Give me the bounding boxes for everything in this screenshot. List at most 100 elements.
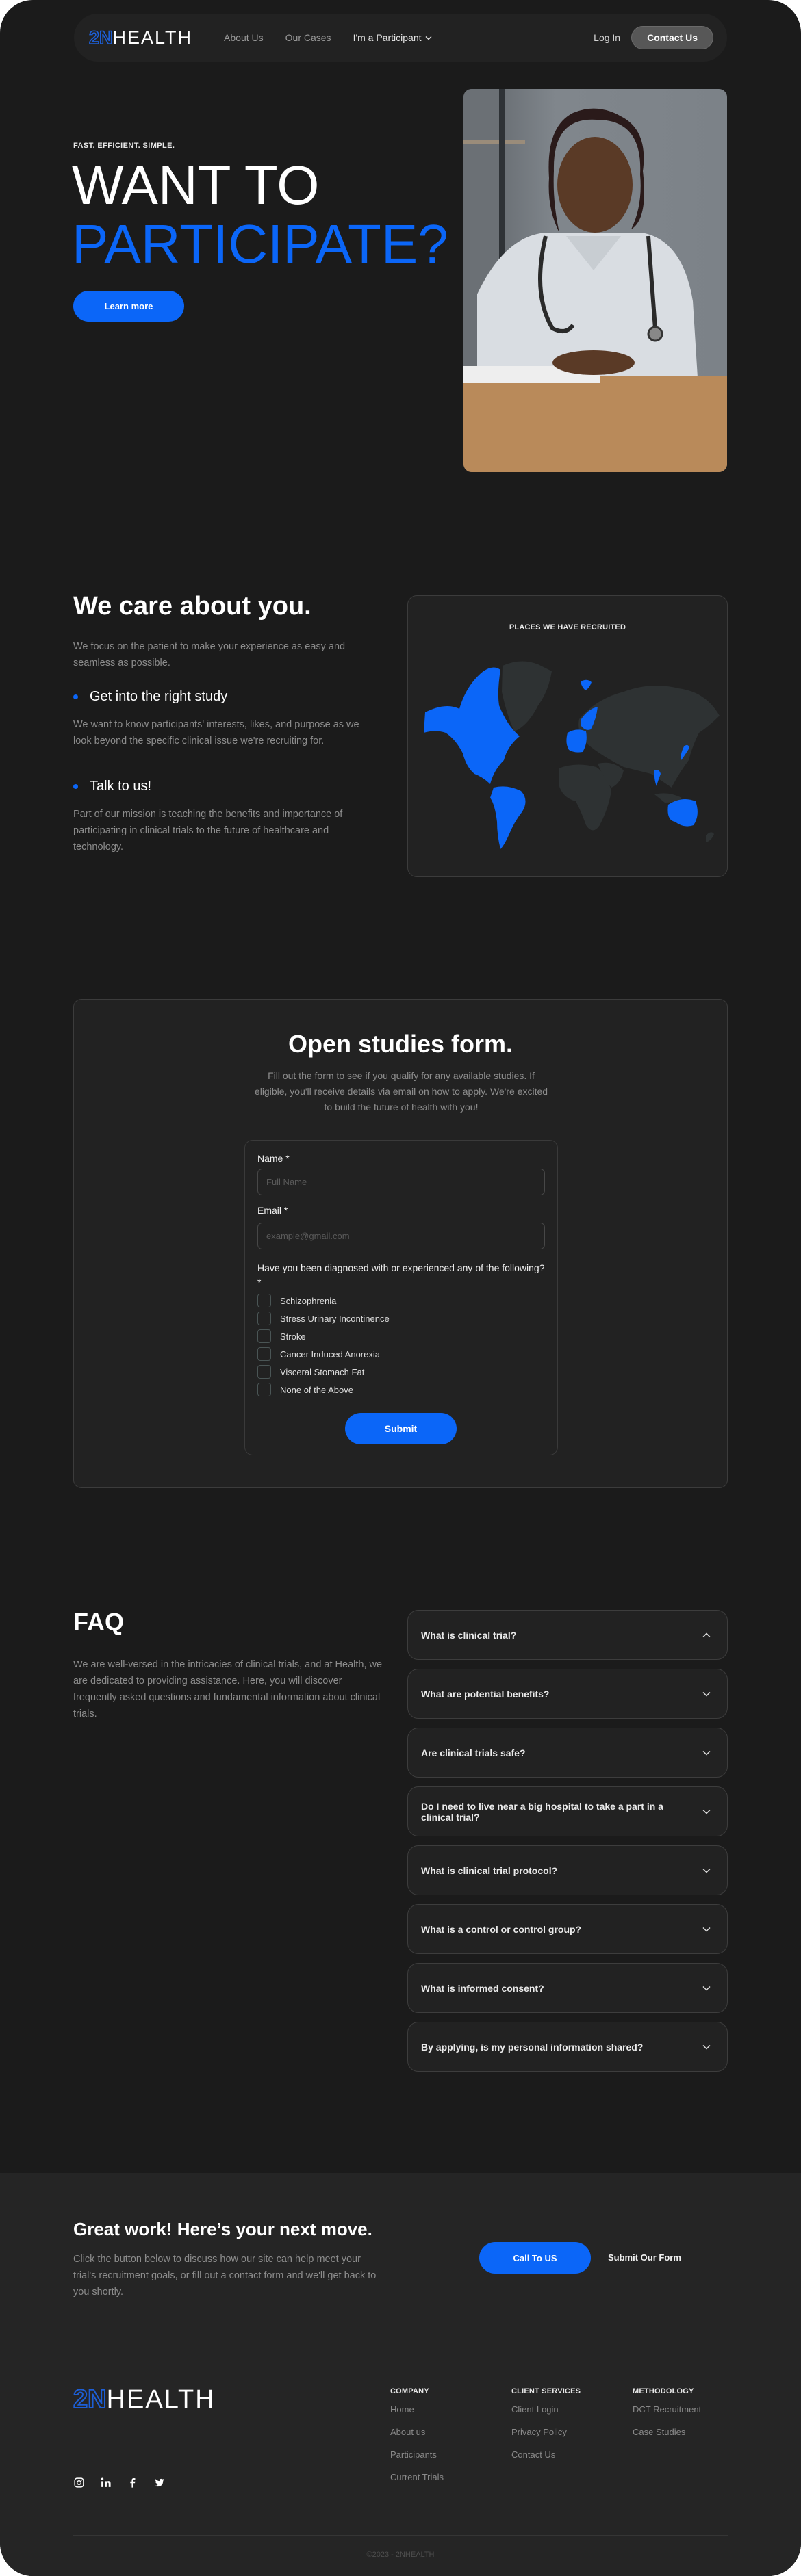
call-to-us-button[interactable]: Call To US (479, 2242, 591, 2274)
name-input[interactable] (257, 1169, 545, 1195)
faq-item[interactable]: What is a control or control group? (407, 1904, 728, 1954)
care-point-1-title: Get into the right study (90, 689, 228, 704)
faq-question: What is clinical trial? (421, 1629, 517, 1641)
nav-about-us[interactable]: About Us (224, 32, 264, 43)
world-map (424, 661, 720, 849)
facebook-icon[interactable] (127, 2477, 138, 2488)
cta-footer-section: Great work! Here’s your next move. Click… (0, 2173, 801, 2576)
linkedin-icon[interactable] (100, 2477, 112, 2488)
footer-link-case-studies[interactable]: Case Studies (633, 2427, 701, 2437)
checkbox[interactable] (257, 1312, 271, 1325)
map-title: PLACES WE HAVE RECRUITED (509, 623, 626, 632)
logo-2n: 2N (88, 27, 113, 49)
contact-us-button[interactable]: Contact Us (631, 26, 713, 49)
faq-question: By applying, is my personal information … (421, 2041, 644, 2053)
recruitment-map-card: PLACES WE HAVE RECRUITED (407, 595, 728, 877)
footer-link-home[interactable]: Home (390, 2404, 444, 2415)
nav-participant-dropdown[interactable]: I'm a Participant (353, 32, 432, 43)
checkbox[interactable] (257, 1347, 271, 1361)
checkbox[interactable] (257, 1329, 271, 1343)
option-stroke[interactable]: Stroke (257, 1329, 306, 1343)
footer-link-current-trials[interactable]: Current Trials (390, 2472, 444, 2482)
hero-title-line1: WANT TO (72, 155, 320, 216)
logo[interactable]: 2N HEALTH (88, 27, 193, 49)
hero-doctor-photo (463, 89, 727, 472)
footer-heading: COMPANY (390, 2387, 429, 2395)
map-greenland (502, 661, 552, 731)
chevron-down-icon (702, 1868, 711, 1873)
open-studies-form: Name * Email * Have you been diagnosed w… (244, 1140, 558, 1455)
map-new-zealand (706, 832, 714, 842)
faq-item[interactable]: What is informed consent? (407, 1963, 728, 2013)
diagnosis-question: Have you been diagnosed with or experien… (257, 1262, 545, 1288)
chevron-down-icon (702, 1691, 711, 1697)
checkbox[interactable] (257, 1383, 271, 1396)
faq-title: FAQ (73, 1608, 125, 1636)
bullet-dot-icon (73, 694, 78, 699)
chevron-down-icon (702, 1986, 711, 1991)
map-svalbard (581, 679, 592, 690)
hero-eyebrow: FAST. EFFICIENT. SIMPLE. (73, 142, 175, 150)
login-link[interactable]: Log In (594, 32, 620, 43)
logo-health: HEALTH (106, 2385, 216, 2414)
care-point-2: Talk to us! (73, 779, 151, 794)
option-stress-urinary-incontinence[interactable]: Stress Urinary Incontinence (257, 1312, 390, 1325)
faq-item[interactable]: What is clinical trial protocol? (407, 1845, 728, 1895)
option-schizophrenia[interactable]: Schizophrenia (257, 1294, 336, 1307)
map-australia (668, 798, 698, 827)
top-navbar: 2N HEALTH About Us Our Cases I'm a Partic… (74, 14, 727, 62)
doctor-illustration (463, 89, 727, 472)
footer-link-participants[interactable]: Participants (390, 2449, 444, 2460)
faq-question: Do I need to live near a big hospital to… (421, 1800, 663, 1823)
learn-more-button[interactable]: Learn more (73, 291, 184, 322)
care-point-2-title: Talk to us! (90, 779, 152, 794)
bullet-dot-icon (73, 784, 78, 789)
footer-heading: METHODOLOGY (633, 2387, 694, 2395)
care-title: We care about you. (73, 592, 312, 621)
faq-question: Are clinical trials safe? (421, 1747, 526, 1758)
option-label: Stroke (280, 1331, 306, 1342)
option-visceral-stomach-fat[interactable]: Visceral Stomach Fat (257, 1365, 364, 1379)
faq-question: What is clinical trial protocol? (421, 1864, 558, 1876)
form-title: Open studies form. (288, 1030, 513, 1058)
chevron-down-icon (702, 1809, 711, 1814)
name-label: Name * (257, 1153, 290, 1164)
footer-link-privacy-policy[interactable]: Privacy Policy (511, 2427, 581, 2437)
chevron-down-icon (702, 2044, 711, 2050)
cta-title: Great work! Here’s your next move. (73, 2219, 372, 2239)
footer-link-client-login[interactable]: Client Login (511, 2404, 581, 2415)
option-label: Stress Urinary Incontinence (280, 1313, 390, 1324)
chevron-down-icon (702, 1927, 711, 1932)
footer-link-contact-us[interactable]: Contact Us (511, 2449, 581, 2460)
faq-item[interactable]: What is clinical trial? (407, 1610, 728, 1660)
submit-button[interactable]: Submit (345, 1413, 457, 1444)
checkbox[interactable] (257, 1294, 271, 1307)
footer-link-dct-recruitment[interactable]: DCT Recruitment (633, 2404, 701, 2415)
faq-item[interactable]: By applying, is my personal information … (407, 2022, 728, 2072)
footer-logo[interactable]: 2N HEALTH (73, 2384, 216, 2415)
page: 2N HEALTH About Us Our Cases I'm a Partic… (0, 0, 801, 2576)
submit-our-form-link[interactable]: Submit Our Form (608, 2252, 681, 2263)
instagram-icon[interactable] (73, 2477, 85, 2488)
option-none-of-the-above[interactable]: None of the Above (257, 1383, 353, 1396)
footer-divider (73, 2535, 728, 2536)
checkbox[interactable] (257, 1365, 271, 1379)
faq-item[interactable]: What are potential benefits? (407, 1669, 728, 1719)
option-label: None of the Above (280, 1384, 353, 1395)
logo-health: HEALTH (112, 27, 193, 48)
chevron-down-icon (702, 1750, 711, 1756)
copyright: ©2023 - 2NHEALTH (366, 2551, 435, 2559)
cta-text: Click the button below to discuss how ou… (73, 2254, 377, 2298)
faq-item[interactable]: Do I need to live near a big hospital to… (407, 1786, 728, 1836)
hero-title: WANT TO PARTICIPATE? (72, 156, 448, 274)
faq-item[interactable]: Are clinical trials safe? (407, 1728, 728, 1778)
option-cancer-induced-anorexia[interactable]: Cancer Induced Anorexia (257, 1347, 380, 1361)
faq-question: What is informed consent? (421, 1982, 544, 1994)
twitter-icon[interactable] (153, 2477, 165, 2488)
nav-our-cases[interactable]: Our Cases (285, 32, 331, 43)
faq-question: What are potential benefits? (421, 1688, 550, 1700)
social-links (73, 2477, 165, 2488)
footer-link-about[interactable]: About us (390, 2427, 444, 2437)
email-input[interactable] (257, 1223, 545, 1249)
care-point-1-text: We want to know participants' interests,… (73, 719, 359, 746)
